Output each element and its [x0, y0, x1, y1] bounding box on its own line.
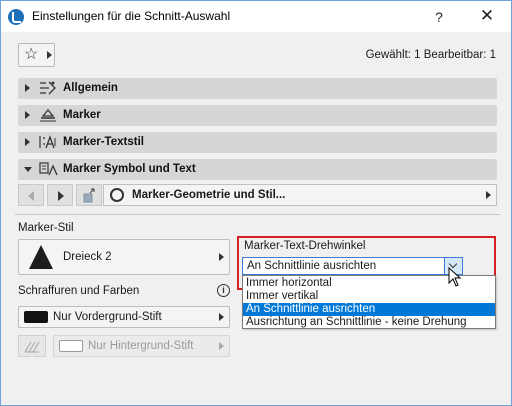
chevron-right-icon — [219, 313, 224, 321]
settings-dialog: Einstellungen für die Schnitt-Auswahl ? … — [0, 0, 512, 406]
expand-arrow-icon — [25, 138, 30, 146]
foreground-pen-button[interactable]: Nur Vordergrund-Stift — [18, 306, 230, 328]
triangle-marker-icon — [29, 245, 53, 269]
arrow-left-icon — [28, 191, 34, 201]
pen-color-swatch — [59, 340, 83, 352]
section-marker-textstil[interactable]: Marker-Textstil — [18, 132, 497, 153]
hatch-toggle-button[interactable] — [18, 335, 46, 357]
expand-arrow-icon — [25, 84, 30, 92]
marker-icon — [40, 108, 56, 122]
info-icon[interactable]: i — [217, 284, 230, 297]
divider — [15, 214, 500, 215]
panel-list-button[interactable] — [76, 184, 102, 206]
panel-list-icon — [83, 188, 95, 203]
section-marker-symbol-text[interactable]: Marker Symbol und Text — [18, 159, 497, 180]
symbol-text-icon — [39, 162, 58, 176]
title-bar: Einstellungen für die Schnitt-Auswahl ? … — [1, 1, 511, 32]
close-button[interactable]: ✕ — [475, 5, 499, 27]
rotation-select[interactable]: An Schnittlinie ausrichten — [242, 257, 463, 275]
mouse-cursor-icon — [448, 267, 462, 287]
favorites-button[interactable]: ☆ — [18, 43, 55, 67]
text-style-icon — [39, 135, 56, 149]
next-panel-button[interactable] — [47, 184, 73, 206]
star-icon: ☆ — [24, 46, 39, 63]
expand-arrow-icon — [25, 111, 30, 119]
subpanel-navigation: Marker-Geometrie und Stil... — [18, 184, 497, 206]
section-label: Marker — [63, 109, 101, 121]
arrow-right-icon — [58, 191, 64, 201]
rotation-option[interactable]: Immer vertikal — [243, 290, 495, 303]
pen-color-swatch — [24, 311, 48, 323]
previous-panel-button[interactable] — [18, 184, 44, 206]
chevron-right-icon — [486, 191, 491, 199]
rotation-label: Marker-Text-Drehwinkel — [244, 240, 366, 252]
section-marker[interactable]: Marker — [18, 105, 497, 126]
selection-info: Gewählt: 1 Bearbeitbar: 1 — [365, 49, 496, 61]
marker-style-label: Marker-Stil — [18, 222, 74, 234]
rotation-selected-value: An Schnittlinie ausrichten — [247, 260, 377, 272]
app-logo-icon — [8, 9, 24, 25]
geometry-icon — [110, 188, 124, 202]
rotation-option-selected[interactable]: An Schnittlinie ausrichten — [243, 303, 495, 316]
background-pen-button[interactable]: Nur Hintergrund-Stift — [53, 335, 230, 357]
foreground-pen-label: Nur Vordergrund-Stift — [53, 311, 162, 323]
chevron-right-icon — [219, 342, 224, 350]
subpanel-selector[interactable]: Marker-Geometrie und Stil... — [103, 184, 497, 206]
subpanel-label: Marker-Geometrie und Stil... — [132, 189, 286, 201]
section-allgemein[interactable]: Allgemein — [18, 78, 497, 99]
collapse-arrow-icon — [24, 167, 32, 172]
help-button[interactable]: ? — [429, 7, 449, 27]
rotation-option[interactable]: Ausrichtung an Schnittlinie - keine Dreh… — [243, 316, 495, 329]
window-title: Einstellungen für die Schnitt-Auswahl — [32, 9, 231, 23]
marker-style-button[interactable]: Dreieck 2 — [18, 239, 230, 275]
section-label: Allgemein — [63, 82, 118, 94]
hatching-colors-label: Schraffuren und Farben — [18, 285, 140, 297]
chevron-right-icon — [47, 51, 52, 59]
background-pen-label: Nur Hintergrund-Stift — [88, 340, 194, 352]
marker-style-value: Dreieck 2 — [63, 251, 112, 263]
general-settings-icon — [40, 81, 56, 95]
chevron-right-icon — [219, 253, 224, 261]
section-label: Marker Symbol und Text — [63, 163, 196, 175]
section-label: Marker-Textstil — [63, 136, 144, 148]
hatch-pattern-icon — [24, 341, 40, 353]
